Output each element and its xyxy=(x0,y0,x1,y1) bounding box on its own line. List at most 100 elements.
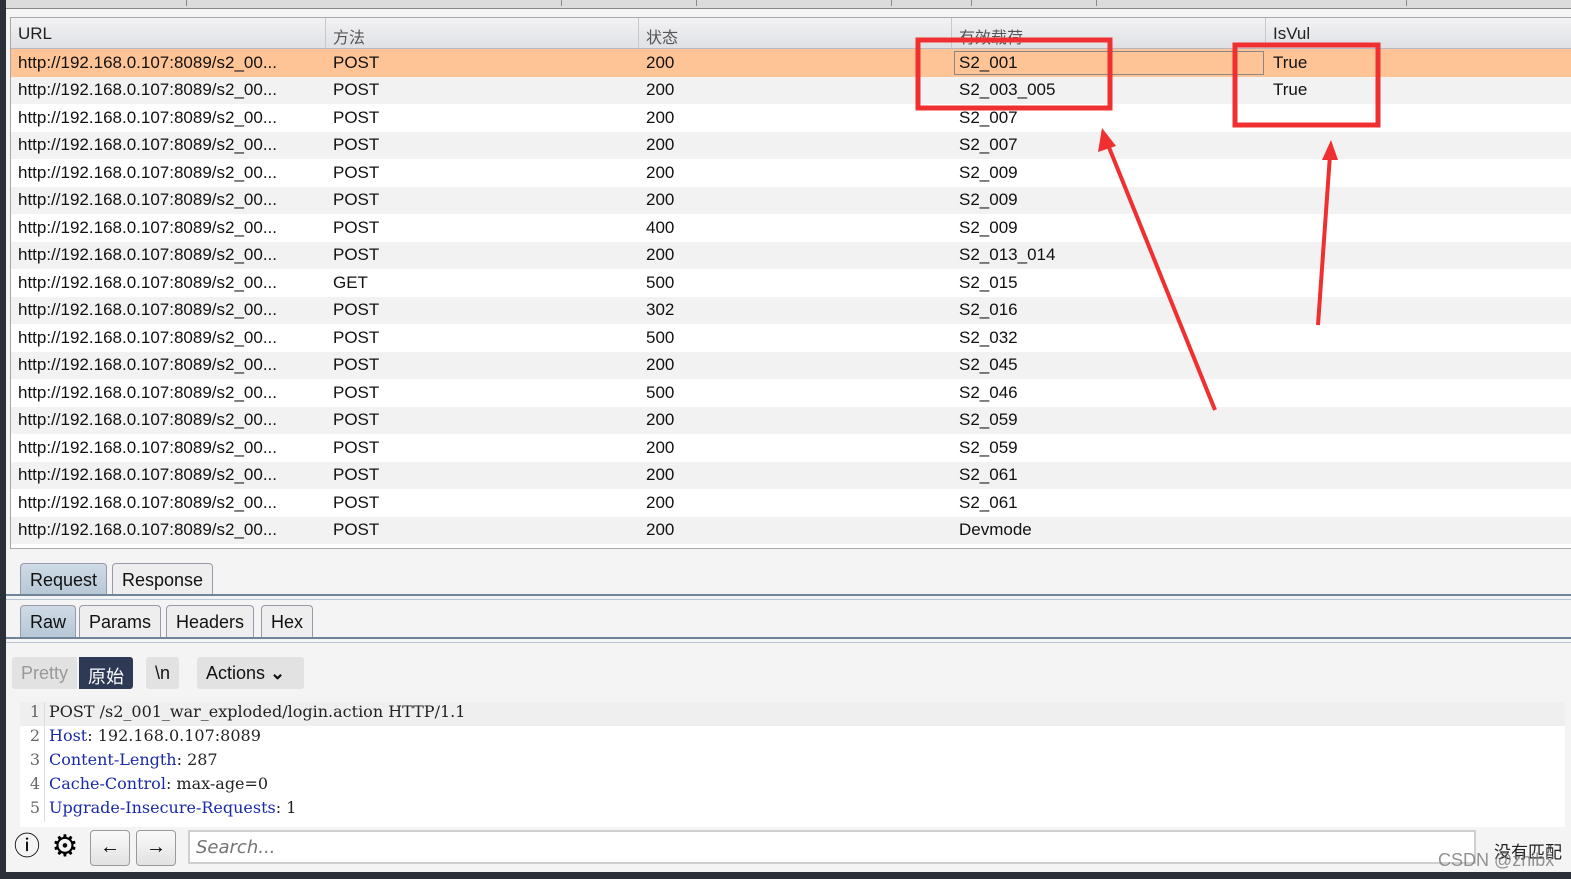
table-row[interactable]: http://192.168.0.107:8089/s2_00... POST 20… xyxy=(11,49,1571,77)
cell-status: 200 xyxy=(639,80,952,100)
table-row[interactable]: http://192.168.0.107:8089/s2_00... POST 20… xyxy=(11,516,1571,544)
column-header-isvul[interactable]: IsVul xyxy=(1266,18,1571,48)
newline-toggle[interactable]: \n xyxy=(146,657,180,689)
header-value: max-age=0 xyxy=(171,774,269,793)
cell-method: POST xyxy=(326,520,639,540)
status-value: 200 xyxy=(646,492,675,512)
url-value: http://192.168.0.107:8089/s2_00... xyxy=(18,300,277,320)
forward-arrow-button[interactable]: → xyxy=(136,830,176,866)
line-number: 3 xyxy=(20,750,45,774)
method-value: POST xyxy=(333,410,380,430)
table-row[interactable]: http://192.168.0.107:8089/s2_00... POST 20… xyxy=(11,131,1571,159)
payload-value: S2_015 xyxy=(959,272,1018,292)
method-value: POST xyxy=(333,492,380,512)
raw-view-button[interactable]: 原始 xyxy=(79,657,133,689)
tab-hex[interactable]: Hex xyxy=(261,605,314,637)
table-row[interactable]: http://192.168.0.107:8089/s2_00... POST 50… xyxy=(11,379,1571,407)
url-value: http://192.168.0.107:8089/s2_00... xyxy=(18,520,277,540)
status-value: 500 xyxy=(646,382,675,402)
column-header-status[interactable]: 状态 xyxy=(639,18,952,48)
cell-status: 200 xyxy=(639,163,952,183)
table-header: URL 方法 状态 有效载荷 IsVul xyxy=(11,18,1571,49)
table-row[interactable]: http://192.168.0.107:8089/s2_00... POST 20… xyxy=(11,489,1571,517)
table-row[interactable]: http://192.168.0.107:8089/s2_00... POST 20… xyxy=(11,186,1571,214)
cell-payload: S2_016 xyxy=(952,300,1266,320)
request-editor[interactable]: 1 POST /s2_001_war_exploded/login.action … xyxy=(20,702,1565,827)
cell-status: 200 xyxy=(639,108,952,128)
method-value: POST xyxy=(333,80,380,100)
cell-method: POST xyxy=(326,300,639,320)
cell-url: http://192.168.0.107:8089/s2_00... xyxy=(11,218,326,238)
cell-status: 400 xyxy=(639,218,952,238)
method-value: POST xyxy=(333,437,380,457)
search-input[interactable] xyxy=(188,830,1476,864)
cell-payload: S2_007 xyxy=(952,135,1266,155)
tab-request[interactable]: Request xyxy=(20,563,108,595)
actions-dropdown[interactable]: Actions ⌄ xyxy=(197,657,304,689)
table-row[interactable]: http://192.168.0.107:8089/s2_00... POST 20… xyxy=(11,76,1571,104)
line-number: 2 xyxy=(20,726,45,750)
pretty-button[interactable]: Pretty xyxy=(12,657,78,689)
table-row[interactable]: http://192.168.0.107:8089/s2_00... POST 20… xyxy=(11,434,1571,462)
cell-url: http://192.168.0.107:8089/s2_00... xyxy=(11,273,326,293)
watermark: CSDN @zhibx xyxy=(1438,850,1555,870)
cell-url: http://192.168.0.107:8089/s2_00... xyxy=(11,135,326,155)
cell-payload: S2_059 xyxy=(952,410,1266,430)
column-header-method[interactable]: 方法 xyxy=(326,18,639,48)
table-row[interactable]: http://192.168.0.107:8089/s2_00... POST 20… xyxy=(11,241,1571,269)
column-header-payload[interactable]: 有效载荷 xyxy=(952,18,1266,48)
cell-method: POST xyxy=(326,80,639,100)
table-row[interactable]: http://192.168.0.107:8089/s2_00... POST 50… xyxy=(11,324,1571,352)
column-header-url[interactable]: URL xyxy=(11,18,326,48)
table-row[interactable]: http://192.168.0.107:8089/s2_00... POST 20… xyxy=(11,159,1571,187)
app-window: URL 方法 状态 有效载荷 IsVul http://192.168.0.10… xyxy=(6,0,1571,872)
tab-headers[interactable]: Headers xyxy=(166,605,255,637)
top-tab-strip[interactable] xyxy=(6,0,1571,9)
method-value: POST xyxy=(333,217,380,237)
line-number: 5 xyxy=(20,798,45,822)
url-value: http://192.168.0.107:8089/s2_00... xyxy=(18,52,277,72)
url-value: http://192.168.0.107:8089/s2_00... xyxy=(18,382,277,402)
help-icon[interactable]: ⓘ xyxy=(9,830,45,866)
payload-value: S2_061 xyxy=(959,465,1018,485)
status-value: 200 xyxy=(646,355,675,375)
divider xyxy=(6,637,1571,643)
table-row[interactable]: http://192.168.0.107:8089/s2_00... POST 20… xyxy=(11,461,1571,489)
method-value: POST xyxy=(333,520,380,540)
gear-icon[interactable]: ⚙ xyxy=(46,830,84,866)
method-value: POST xyxy=(333,107,380,127)
cell-status: 200 xyxy=(639,190,952,210)
back-arrow-button[interactable]: ← xyxy=(90,830,130,866)
header-value: 1 xyxy=(281,798,297,817)
cell-url: http://192.168.0.107:8089/s2_00... xyxy=(11,520,326,540)
cell-status: 200 xyxy=(639,355,952,375)
payload-value: S2_046 xyxy=(959,382,1018,402)
table-row[interactable]: http://192.168.0.107:8089/s2_00... POST 20… xyxy=(11,351,1571,379)
table-row[interactable]: http://192.168.0.107:8089/s2_00... POST 20… xyxy=(11,406,1571,434)
cell-payload: S2_013_014 xyxy=(952,245,1266,265)
cell-status: 500 xyxy=(639,383,952,403)
tab-params[interactable]: Params xyxy=(79,605,162,637)
cell-payload: S2_045 xyxy=(952,355,1266,375)
table-row[interactable]: http://192.168.0.107:8089/s2_00... POST 20… xyxy=(11,104,1571,132)
cell-payload: S2_009 xyxy=(952,218,1266,238)
header-value: POST /s2_001_war_exploded/login.action H… xyxy=(49,702,466,721)
method-value: POST xyxy=(333,52,380,72)
url-value: http://192.168.0.107:8089/s2_00... xyxy=(18,217,277,237)
table-row[interactable]: http://192.168.0.107:8089/s2_00... POST 30… xyxy=(11,296,1571,324)
code-line: 2 Host: 192.168.0.107:8089 xyxy=(20,726,1565,750)
code-line: 4 Cache-Control: max-age=0 xyxy=(20,774,1565,798)
payload-value: S2_009 xyxy=(959,162,1018,182)
payload-value: S2_007 xyxy=(959,107,1018,127)
tab-raw[interactable]: Raw xyxy=(20,605,77,637)
cell-status: 200 xyxy=(639,438,952,458)
table-row[interactable]: http://192.168.0.107:8089/s2_00... POST 40… xyxy=(11,214,1571,242)
url-value: http://192.168.0.107:8089/s2_00... xyxy=(18,492,277,512)
status-value: 400 xyxy=(646,217,675,237)
header-key: Cache-Control xyxy=(49,774,166,793)
status-value: 302 xyxy=(646,300,675,320)
cell-url: http://192.168.0.107:8089/s2_00... xyxy=(11,245,326,265)
tab-response[interactable]: Response xyxy=(112,563,214,595)
table-row[interactable]: http://192.168.0.107:8089/s2_00... GET 500… xyxy=(11,269,1571,297)
code-text: POST /s2_001_war_exploded/login.action H… xyxy=(45,702,465,726)
